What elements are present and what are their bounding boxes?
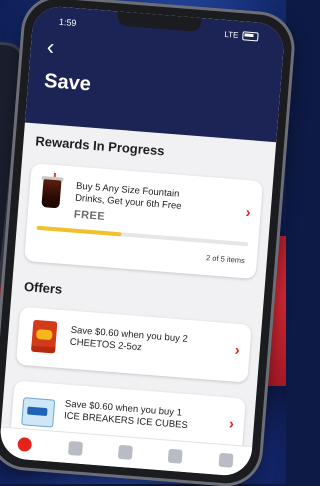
page-title: Save [43,69,92,96]
ice-breakers-box-icon [21,393,56,429]
offer-text: Save $0.60 when you buy 1 ICE BREAKERS I… [63,398,189,432]
fountain-drink-icon [38,172,65,210]
phone-frame: 1:59 LTE ‹ Save Rewards In Progress Buy … [0,0,295,486]
main-content: Rewards In Progress Buy 5 Any Size Fount… [0,122,276,477]
chevron-right-icon: › [228,415,235,433]
status-time: 1:59 [58,16,77,29]
home-icon[interactable] [17,436,33,452]
rewards-section-title: Rewards In Progress [34,133,166,159]
status-indicators: LTE [224,30,259,42]
chevron-right-icon: › [244,204,252,222]
chevron-right-icon: › [234,341,241,359]
cheetos-bag-icon [27,319,62,355]
store-icon[interactable] [67,440,83,456]
phone-mockup: 1:59 LTE ‹ Save Rewards In Progress Buy … [0,0,295,486]
app-header: 1:59 LTE ‹ Save [24,4,286,143]
more-icon[interactable] [218,452,234,468]
offer-text: Save $0.60 when you buy 2 CHEETOS 2-5oz [69,324,189,354]
reward-progress-bar [36,225,249,247]
offers-section-title: Offers [23,278,63,297]
location-icon[interactable] [117,444,133,460]
network-label: LTE [224,29,239,40]
reward-card[interactable]: Buy 5 Any Size Fountain Drinks, Get your… [24,163,264,280]
battery-icon [242,31,259,42]
reward-progress-fill [36,225,122,237]
reward-label: FREE [73,208,106,224]
offer-card[interactable]: Save $0.60 when you buy 2 CHEETOS 2-5oz … [15,306,252,383]
back-button[interactable]: ‹ [46,34,55,59]
app-screen: 1:59 LTE ‹ Save Rewards In Progress Buy … [0,4,286,478]
mail-icon[interactable] [168,448,184,464]
reward-progress-count: 2 of 5 items [205,253,246,266]
